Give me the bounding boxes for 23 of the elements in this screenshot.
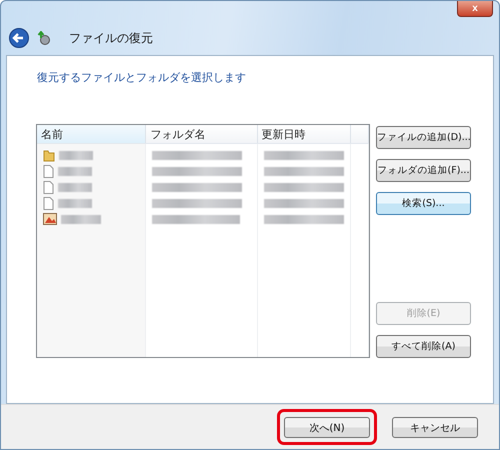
- blurred-text: [59, 150, 93, 160]
- back-icon[interactable]: [9, 28, 29, 48]
- document-icon: [43, 180, 54, 194]
- blurred-text: [61, 214, 101, 224]
- blurred-text: [58, 166, 92, 176]
- column-header[interactable]: フォルダ名: [146, 125, 258, 143]
- action-button[interactable]: フォルダの追加(F)...: [376, 159, 471, 182]
- blurred-text: [58, 182, 92, 192]
- folder-icon: [43, 148, 55, 162]
- instruction-text: 復元するファイルとフォルダを選択します: [37, 71, 246, 84]
- image-file-icon: [43, 213, 57, 225]
- action-button[interactable]: すべて削除(A): [376, 335, 471, 358]
- column-header[interactable]: 更新日時: [258, 125, 352, 143]
- blurred-text: [58, 198, 92, 208]
- action-button[interactable]: ファイルの追加(D)...: [376, 126, 471, 149]
- backup-icon: [37, 31, 51, 45]
- column-header[interactable]: 名前: [37, 125, 146, 143]
- footer-button[interactable]: キャンセル: [392, 417, 478, 438]
- document-icon: [43, 196, 54, 210]
- window-title: ファイルの復元: [69, 30, 153, 46]
- action-button[interactable]: 検索(S)...: [376, 192, 471, 215]
- document-icon: [43, 164, 54, 178]
- footer-button[interactable]: 次へ(N): [284, 417, 370, 438]
